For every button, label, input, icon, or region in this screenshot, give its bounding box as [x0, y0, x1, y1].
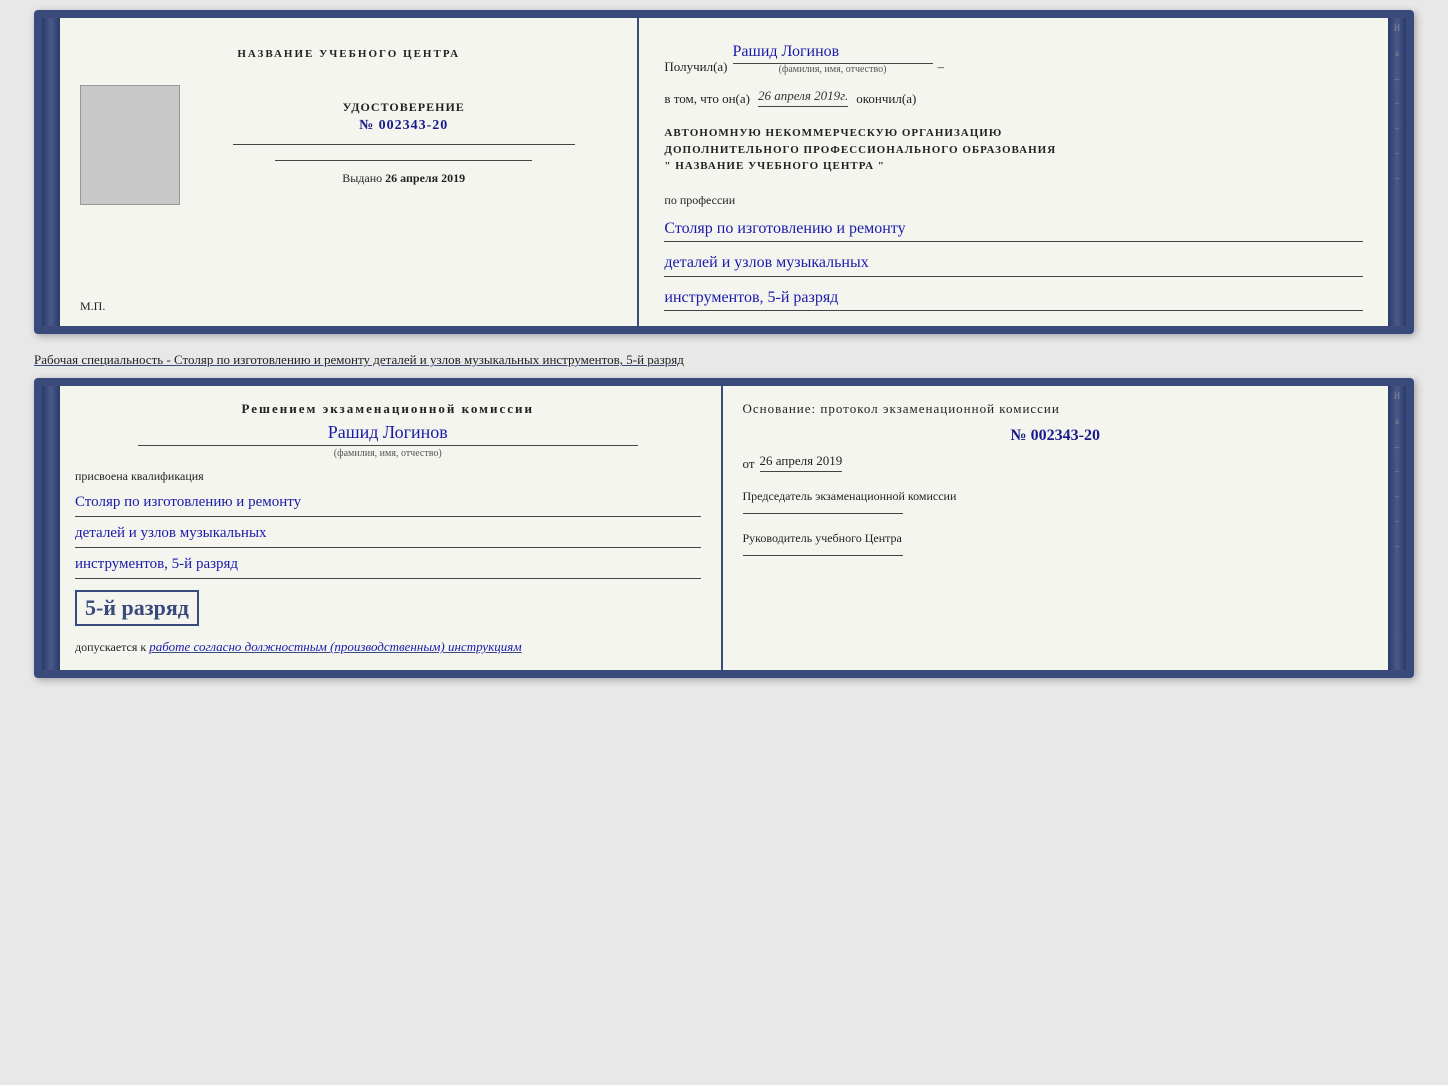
center-head-sign-line [743, 555, 903, 556]
completion-date: 26 апреля 2019г. [758, 88, 848, 107]
bottom-left-spine [42, 386, 60, 670]
center-head-block: Руководитель учебного Центра [743, 529, 1369, 556]
from-prefix: от [743, 456, 755, 472]
in-that-label: в том, что он(а) [664, 91, 750, 107]
cert-left-panel: НАЗВАНИЕ УЧЕБНОГО ЦЕНТРА УДОСТОВЕРЕНИЕ №… [60, 18, 639, 326]
dash-top: – [938, 59, 945, 75]
recipient-line: Получил(а) Рашид Логинов (фамилия, имя, … [664, 43, 1363, 75]
person-name: Рашид Логинов [75, 422, 701, 443]
working-specialty-label: Рабочая специальность - Столяр по изгото… [34, 352, 684, 367]
basis-text: Основание: протокол экзаменационной коми… [743, 401, 1369, 417]
working-specialty-text: Рабочая специальность - Столяр по изгото… [34, 347, 1414, 373]
center-title: НАЗВАНИЕ УЧЕБНОГО ЦЕНТРА [237, 48, 460, 60]
photo-placeholder [80, 85, 180, 205]
from-date-line: от 26 апреля 2019 [743, 453, 1369, 472]
qualification-line3: инструментов, 5-й разряд [75, 551, 701, 579]
from-date: 26 апреля 2019 [760, 453, 843, 472]
org-line1: АВТОНОМНУЮ НЕКОММЕРЧЕСКУЮ ОРГАНИЗАЦИЮ [664, 125, 1363, 142]
bottom-right-spine-marks: И а ← – – – – [1388, 386, 1406, 556]
profession-line1: Столяр по изготовлению и ремонту [664, 216, 1363, 243]
in-that-line: в том, что он(а) 26 апреля 2019г. окончи… [664, 88, 1363, 107]
bottom-right-panel: Основание: протокол экзаменационной коми… [723, 386, 1389, 670]
qualification-line2: деталей и узлов музыкальных [75, 520, 701, 548]
fio-sublabel-bottom: (фамилия, имя, отчество) [75, 448, 701, 459]
cert-right-panel: Получил(а) Рашид Логинов (фамилия, имя, … [639, 18, 1388, 326]
chairman-sign-line [743, 513, 903, 514]
issued-date: 26 апреля 2019 [385, 171, 465, 185]
name-underline [138, 445, 638, 446]
admitted-prefix: допускается к [75, 640, 146, 654]
profession-label: по профессии [664, 193, 1363, 208]
recipient-name: Рашид Логинов [733, 43, 933, 64]
cert-number-block: УДОСТОВЕРЕНИЕ № 002343-20 [343, 100, 465, 134]
rank-highlight: 5-й разряд [75, 590, 199, 626]
bottom-right-spine: И а ← – – – – [1388, 386, 1406, 670]
top-certificate-book: НАЗВАНИЕ УЧЕБНОГО ЦЕНТРА УДОСТОВЕРЕНИЕ №… [34, 10, 1414, 334]
issued-label: Выдано [342, 171, 382, 185]
received-label: Получил(а) [664, 59, 727, 75]
bottom-certificate-book: Решением экзаменационной комиссии Рашид … [34, 378, 1414, 678]
qualification-line1: Столяр по изготовлению и ремонту [75, 489, 701, 517]
person-name-block: Рашид Логинов (фамилия, имя, отчество) [75, 422, 701, 459]
divider-line-1 [233, 144, 575, 145]
center-head-title: Руководитель учебного Центра [743, 529, 1369, 547]
org-line2: ДОПОЛНИТЕЛЬНОГО ПРОФЕССИОНАЛЬНОГО ОБРАЗО… [664, 142, 1363, 159]
protocol-number: № 002343-20 [743, 427, 1369, 445]
assigned-text: присвоена квалификация [75, 469, 701, 484]
right-spine-marks: И а ← – – – – [1388, 18, 1406, 188]
admitted-handwritten: работе согласно должностным (производств… [149, 639, 521, 654]
admitted-text: допускается к работе согласно должностны… [75, 639, 701, 655]
fio-sublabel-top: (фамилия, имя, отчество) [779, 64, 887, 75]
cert-label: УДОСТОВЕРЕНИЕ [343, 100, 465, 115]
chairman-block: Председатель экзаменационной комиссии [743, 487, 1369, 514]
cert-number: 002343-20 [379, 118, 449, 133]
mp-label: М.П. [80, 299, 105, 314]
profession-line2: деталей и узлов музыкальных [664, 250, 1363, 277]
right-spine: И а ← – – – – [1388, 18, 1406, 326]
bottom-left-panel: Решением экзаменационной комиссии Рашид … [60, 386, 723, 670]
org-line3: " НАЗВАНИЕ УЧЕБНОГО ЦЕНТРА " [664, 158, 1363, 175]
completed-label: окончил(а) [856, 91, 916, 107]
cert-number-prefix: № [359, 118, 374, 133]
decision-title: Решением экзаменационной комиссии [75, 401, 701, 417]
profession-line3: инструментов, 5-й разряд [664, 285, 1363, 312]
chairman-title: Председатель экзаменационной комиссии [743, 487, 1369, 505]
left-spine [42, 18, 60, 326]
org-block: АВТОНОМНУЮ НЕКОММЕРЧЕСКУЮ ОРГАНИЗАЦИЮ ДО… [664, 125, 1363, 175]
issued-block: Выдано 26 апреля 2019 [342, 171, 465, 186]
